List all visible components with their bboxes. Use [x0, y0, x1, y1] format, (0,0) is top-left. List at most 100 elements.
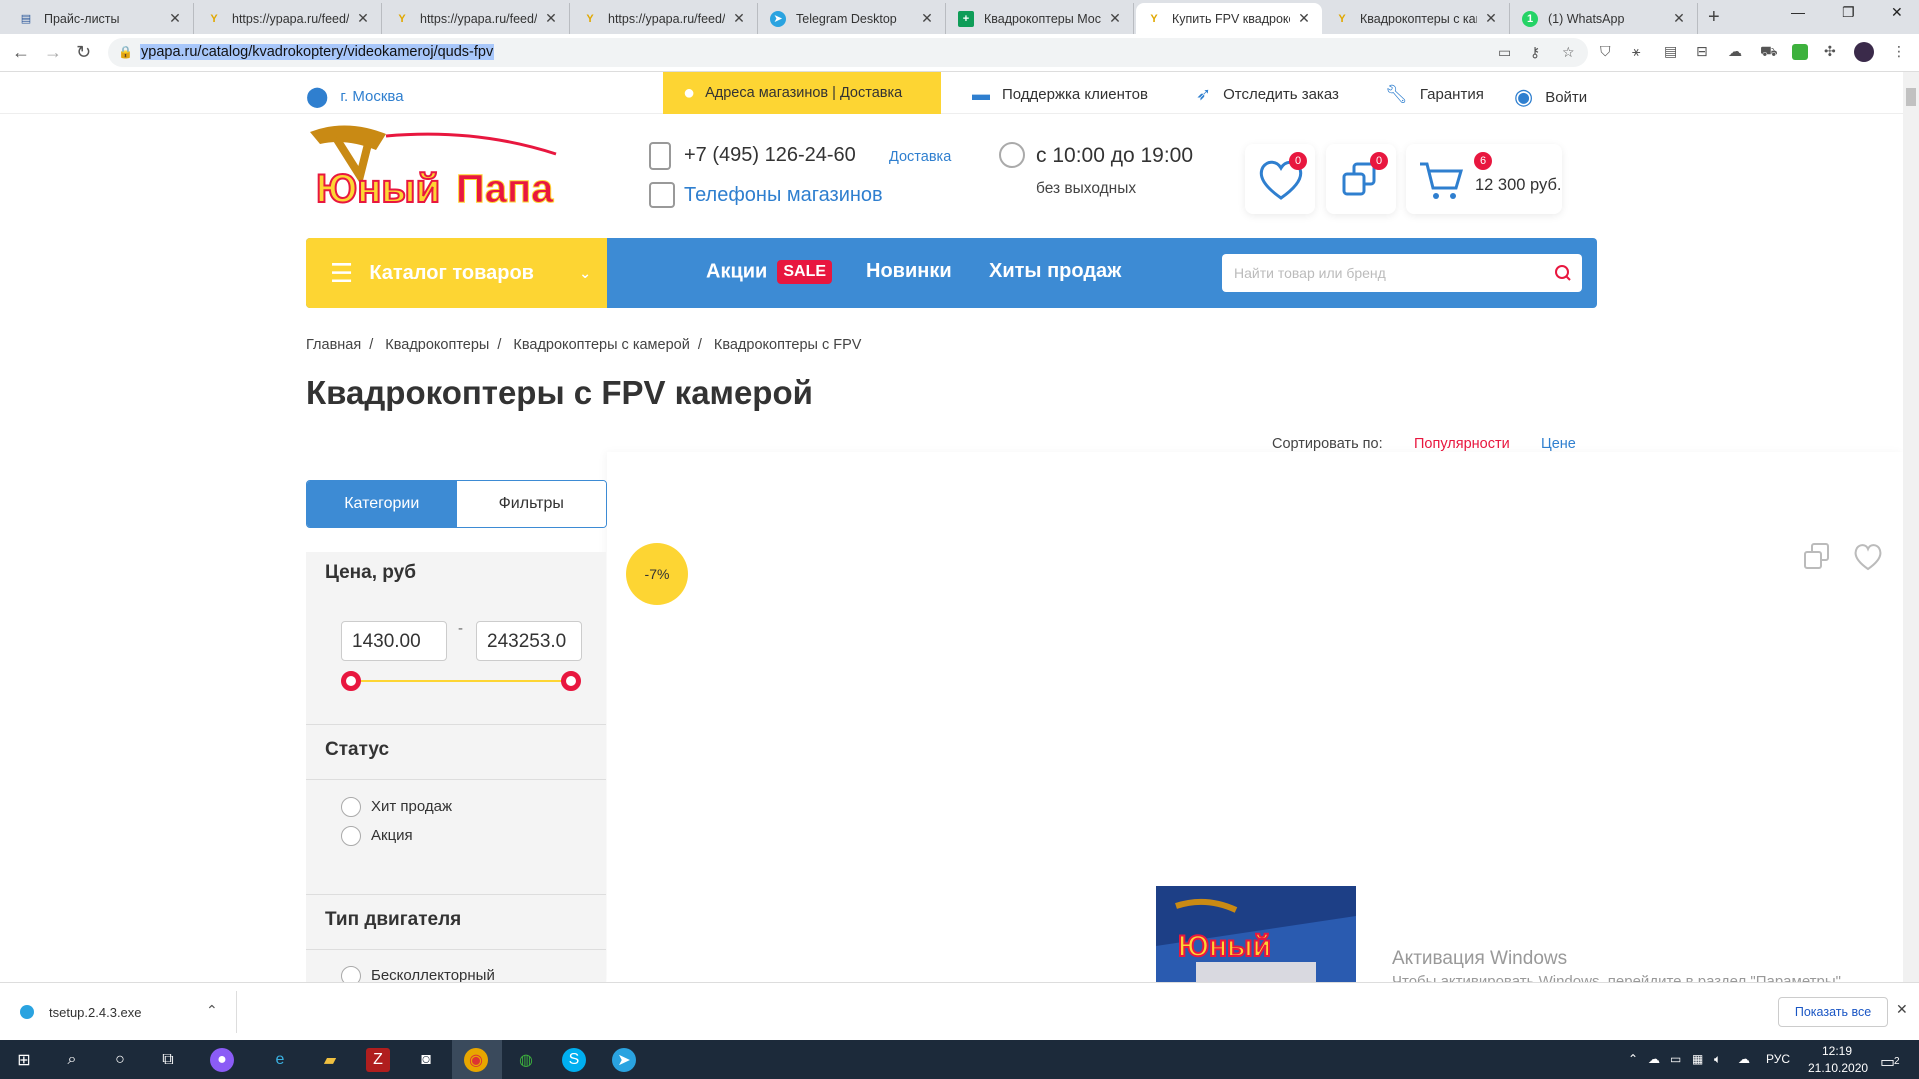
track-order-link[interactable]: ➶ Отследить заказ — [1196, 84, 1339, 105]
browser-tab[interactable]: + Квадрокоптеры Москв ✕ — [948, 3, 1134, 34]
status-checkbox[interactable] — [341, 826, 361, 846]
price-slider-max-handle[interactable] — [561, 671, 581, 691]
chrome-icon[interactable]: ◉ — [464, 1048, 488, 1072]
status-checkbox[interactable] — [341, 797, 361, 817]
monitor-icon[interactable]: ▭ — [1670, 1052, 1681, 1066]
browser-tab[interactable]: Yhttps://ypapa.ru/feed/y ✕ — [384, 3, 570, 34]
support-link[interactable]: ▬ Поддержка клиентов — [972, 84, 1148, 105]
chevron-up-icon[interactable]: ⌃ — [206, 1002, 218, 1019]
compare-button[interactable]: 0 — [1326, 144, 1396, 214]
volume-icon[interactable]: 🔈︎ — [1714, 1052, 1721, 1067]
edge-icon[interactable]: e — [268, 1048, 292, 1072]
close-icon[interactable]: ✕ — [1671, 10, 1687, 27]
shield-icon[interactable]: ⛉ — [1600, 43, 1611, 60]
browser-tab[interactable]: Yhttps://ypapa.ru/feed/y ✕ — [572, 3, 758, 34]
browser-tab[interactable]: Yhttps://ypapa.ru/feed/y ✕ — [196, 3, 382, 34]
product-image[interactable]: Юный — [1156, 886, 1356, 982]
compare-icon[interactable] — [1802, 542, 1832, 572]
scrollbar[interactable] — [1903, 72, 1919, 982]
site-logo[interactable]: Юный Папа — [306, 124, 606, 212]
clock-time[interactable]: 12:19 — [1822, 1044, 1852, 1058]
price-max-input[interactable]: 243253.0 — [476, 621, 582, 661]
translate-icon[interactable]: ⚹ — [1632, 43, 1640, 60]
show-all-button[interactable]: Показать все — [1778, 997, 1888, 1027]
filezilla-icon[interactable]: Z — [366, 1048, 390, 1072]
puzzle-icon[interactable]: ✣ — [1824, 43, 1836, 60]
new-link[interactable]: Новинки — [866, 260, 952, 283]
folder-icon[interactable]: ▰ — [318, 1048, 342, 1072]
avatar[interactable] — [1854, 42, 1874, 62]
back-icon[interactable]: ← — [12, 42, 30, 63]
cart-ext-icon[interactable]: ⛟ — [1760, 43, 1778, 62]
store-phones-link[interactable]: Телефоны магазинов — [684, 184, 883, 207]
breadcrumb-item[interactable]: Квадрокоптеры с камерой — [513, 337, 689, 353]
cart-button[interactable]: 6 12 300 руб. — [1406, 144, 1562, 214]
close-icon[interactable]: ✕ — [1107, 10, 1123, 27]
scrollbar-thumb[interactable] — [1906, 88, 1916, 106]
clock-date[interactable]: 21.10.2020 — [1808, 1061, 1868, 1075]
star-icon[interactable]: ☆ — [1562, 44, 1575, 61]
close-icon[interactable]: ✕ — [731, 10, 747, 27]
download-filename[interactable]: tsetup.2.4.3.exe — [49, 1005, 142, 1020]
login-link[interactable]: ◉ Войти — [1514, 84, 1587, 110]
close-icon[interactable]: ✕ — [1483, 10, 1499, 27]
url-text[interactable]: ypapa.ru/catalog/kvadrokoptery/videokame… — [140, 44, 495, 60]
close-icon[interactable]: ✕ — [1296, 10, 1312, 27]
engine-checkbox[interactable] — [341, 966, 361, 982]
warranty-link[interactable]: 🔧︎ Гарантия — [1385, 84, 1484, 105]
app-icon[interactable]: ◙ — [414, 1048, 438, 1072]
sort-popularity[interactable]: Популярности — [1414, 436, 1510, 452]
alice-icon[interactable]: ● — [210, 1048, 234, 1072]
restore-icon[interactable]: ❐ — [1842, 4, 1855, 21]
price-min-input[interactable]: 1430.00 — [341, 621, 447, 661]
promos-link[interactable]: Акции SALE — [706, 260, 833, 284]
browser-tab[interactable]: YКвадрокоптеры с каме✕ — [1324, 3, 1510, 34]
tray-chevron-icon[interactable]: ⌃ — [1628, 1052, 1638, 1066]
skype-icon[interactable]: S — [562, 1048, 586, 1072]
search-input[interactable]: Найти товар или бренд — [1222, 254, 1582, 292]
catalog-button[interactable]: ☰ Каталог товаров ⌄ — [306, 238, 607, 308]
city-selector[interactable]: ⬤ г. Москва — [306, 84, 404, 109]
new-tab-button[interactable]: + — [1708, 6, 1720, 29]
search-icon[interactable] — [1554, 264, 1572, 282]
reload-icon[interactable]: ↻ — [76, 42, 91, 63]
close-icon[interactable]: ✕ — [355, 10, 371, 27]
menu-dots-icon[interactable]: ⋮ — [1892, 43, 1906, 60]
browser-tab[interactable]: ▤ Прайс-листы ✕ — [8, 3, 194, 34]
heart-icon[interactable] — [1852, 542, 1884, 572]
addresses-link[interactable]: ● Адреса магазинов | Доставка — [663, 72, 941, 114]
wishlist-button[interactable]: 0 — [1245, 144, 1315, 214]
tab-filters[interactable]: Фильтры — [456, 481, 606, 527]
close-icon[interactable]: ✕ — [543, 10, 559, 27]
task-view-icon[interactable]: ⧉ — [156, 1048, 180, 1072]
language-indicator[interactable]: РУС — [1766, 1052, 1790, 1066]
windows-start-icon[interactable]: ⊞ — [12, 1048, 36, 1072]
cloud-icon[interactable]: ☁ — [1648, 1052, 1660, 1066]
cast-icon[interactable]: ▭ — [1498, 44, 1511, 61]
extension-icon[interactable]: ⊟ — [1696, 43, 1708, 60]
telegram-icon[interactable]: ➤ — [612, 1048, 636, 1072]
address-bar[interactable]: 🔒 ypapa.ru/catalog/kvadrokoptery/videoka… — [108, 38, 1588, 67]
sort-price[interactable]: Цене — [1541, 436, 1576, 452]
hits-link[interactable]: Хиты продаж — [989, 260, 1121, 283]
close-window-icon[interactable]: ✕ — [1891, 4, 1903, 21]
green-extension-icon[interactable] — [1792, 44, 1808, 60]
breadcrumb-item[interactable]: Квадрокоптеры — [385, 337, 489, 353]
notifications-icon[interactable]: ▭ — [1880, 1052, 1895, 1072]
onedrive-icon[interactable]: ☁ — [1738, 1052, 1750, 1066]
search-icon[interactable]: ⌕ — [60, 1048, 84, 1072]
minimize-icon[interactable]: — — [1791, 4, 1805, 20]
reader-icon[interactable]: ▤ — [1664, 43, 1677, 60]
tab-categories[interactable]: Категории — [307, 481, 457, 527]
cloud-icon[interactable]: ☁ — [1728, 43, 1742, 60]
app-icon[interactable]: ◍ — [514, 1048, 538, 1072]
browser-tab[interactable]: 1 (1) WhatsApp ✕ — [1512, 3, 1698, 34]
network-icon[interactable]: ▦ — [1692, 1052, 1703, 1066]
browser-tab-active[interactable]: Y Купить FPV квадроко ✕ — [1136, 3, 1322, 34]
delivery-link[interactable]: Доставка — [889, 149, 951, 165]
breadcrumb-item[interactable]: Главная — [306, 337, 361, 353]
cortana-icon[interactable]: ○ — [108, 1048, 132, 1072]
key-icon[interactable]: ⚷ — [1530, 44, 1540, 61]
close-icon[interactable]: ✕ — [167, 10, 183, 27]
phone-number[interactable]: +7 (495) 126-24-60 — [684, 144, 856, 167]
